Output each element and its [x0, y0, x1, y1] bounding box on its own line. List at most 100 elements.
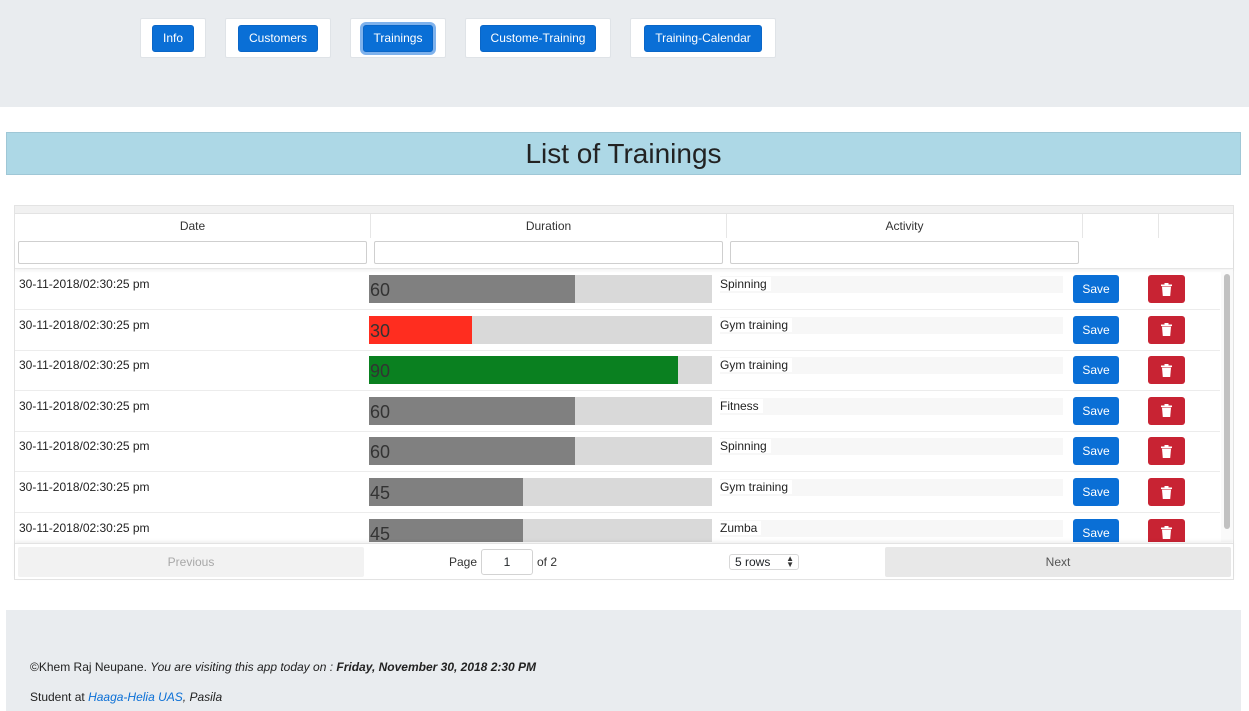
activity-cell: Zumba: [720, 519, 1063, 537]
page-title: List of Trainings: [6, 132, 1241, 175]
delete-button[interactable]: [1148, 396, 1185, 425]
activity-cell: Spinning: [720, 276, 1063, 293]
page-label: Page: [449, 555, 478, 569]
nav-cell-customers: Customers: [225, 18, 331, 58]
table-row: 30-11-2018/02:30:25 pm 45 Zumba Save: [15, 514, 1220, 542]
save-button[interactable]: Save: [1073, 518, 1119, 542]
training-date: 30-11-2018/02:30:25 pm: [19, 439, 150, 454]
scrollbar-thumb[interactable]: [1224, 274, 1230, 529]
activity-name: Spinning: [720, 277, 771, 291]
author-text: ©Khem Raj Neupane.: [30, 660, 147, 674]
duration-progress-bar: 45: [369, 518, 712, 542]
duration-progress-fill: [369, 396, 575, 425]
activity-filter-input[interactable]: [730, 241, 1079, 264]
select-arrows-icon: ▲ ▼: [786, 554, 794, 569]
activity-name: Gym training: [720, 480, 793, 494]
nav-cell-info: Info: [140, 18, 206, 58]
duration-progress-bar: 60: [369, 275, 712, 303]
delete-button[interactable]: [1148, 356, 1185, 385]
table-scrollbar[interactable]: [1221, 270, 1233, 542]
column-header-save: [1083, 214, 1159, 238]
trash-icon: [1161, 485, 1172, 499]
duration-value: 45: [370, 483, 391, 503]
activity-name: Gym training: [720, 317, 793, 332]
delete-button[interactable]: [1148, 315, 1185, 344]
training-date: 30-11-2018/02:30:25 pm: [19, 277, 150, 291]
activity-name: Zumba: [720, 520, 762, 535]
duration-progress-bar: 60: [369, 437, 712, 466]
nav-trainings-button[interactable]: Trainings: [362, 24, 434, 52]
table-row: 30-11-2018/02:30:25 pm 45 Gym training Save: [15, 473, 1220, 513]
rows-per-page-value: 5 rows: [735, 555, 771, 569]
visiting-text: You are visiting this app today on :: [150, 660, 334, 674]
page-number-input[interactable]: 1: [481, 549, 533, 575]
nav-cell-training-calendar: Training-Calendar: [630, 18, 776, 58]
student-prefix: Student at: [30, 690, 85, 704]
delete-button[interactable]: [1148, 518, 1185, 542]
trainings-table: Date Duration Activity 30-11-2018/02:30:…: [14, 205, 1234, 580]
duration-progress-fill: [369, 518, 524, 542]
nav-cell-trainings: Trainings: [350, 18, 446, 58]
save-button[interactable]: Save: [1073, 437, 1119, 466]
nav-info-button[interactable]: Info: [151, 24, 194, 52]
table-row: 30-11-2018/02:30:25 pm 60 Fitness Save: [15, 392, 1220, 432]
duration-value: 60: [370, 442, 391, 463]
table-row: 30-11-2018/02:30:25 pm 30 Gym training Save: [15, 311, 1220, 351]
activity-cell: Gym training: [720, 479, 1063, 496]
duration-progress-bar: 90: [369, 356, 712, 385]
next-page-button[interactable]: Next: [885, 547, 1231, 577]
duration-value: 45: [370, 523, 391, 542]
date-filter-input[interactable]: [18, 241, 367, 264]
previous-page-button[interactable]: Previous: [18, 547, 364, 577]
save-button[interactable]: Save: [1073, 396, 1119, 425]
duration-progress-fill: [369, 356, 678, 385]
delete-button[interactable]: [1148, 437, 1185, 466]
trash-icon: [1161, 323, 1172, 337]
activity-name: Spinning: [720, 439, 771, 454]
activity-cell: Gym training: [720, 357, 1063, 375]
filter-row: [15, 238, 1233, 269]
training-date: 30-11-2018/02:30:25 pm: [19, 398, 150, 413]
duration-filter-input[interactable]: [374, 241, 723, 264]
trash-icon: [1161, 444, 1172, 458]
table-row: 30-11-2018/02:30:25 pm 60 Spinning Save: [15, 270, 1220, 310]
duration-value: 90: [370, 361, 391, 382]
nav-training-calendar-button[interactable]: Training-Calendar: [644, 24, 762, 52]
nav-customers-button[interactable]: Customers: [237, 24, 318, 52]
duration-value: 30: [370, 320, 391, 341]
top-navbar: Info Customers Trainings Custome-Trainin…: [0, 0, 1249, 107]
rows-per-page-select[interactable]: 5 rows ▲ ▼: [729, 554, 799, 570]
school-link[interactable]: Haaga-Helia UAS: [88, 690, 183, 704]
table-row: 30-11-2018/02:30:25 pm 90 Gym training Save: [15, 351, 1220, 392]
duration-value: 60: [370, 401, 391, 422]
current-datetime: Friday, November 30, 2018 2:30 PM: [336, 660, 537, 674]
activity-name: Fitness: [720, 398, 763, 413]
page-total-label: of 2: [537, 555, 558, 569]
save-button[interactable]: Save: [1073, 356, 1119, 385]
training-date: 30-11-2018/02:30:25 pm: [19, 358, 150, 373]
training-date: 30-11-2018/02:30:25 pm: [19, 480, 150, 494]
activity-cell: Fitness: [720, 397, 1063, 415]
duration-progress-bar: 60: [369, 396, 712, 425]
column-header-duration[interactable]: Duration: [371, 214, 727, 238]
save-button[interactable]: Save: [1073, 478, 1119, 506]
trash-icon: [1161, 526, 1172, 540]
save-button[interactable]: Save: [1073, 315, 1119, 344]
save-button[interactable]: Save: [1073, 275, 1119, 303]
training-date: 30-11-2018/02:30:25 pm: [19, 520, 150, 535]
activity-name: Gym training: [720, 358, 793, 373]
training-date: 30-11-2018/02:30:25 pm: [19, 317, 150, 332]
header-group-row: [15, 206, 1233, 214]
footer-line-author: ©Khem Raj Neupane. You are visiting this…: [30, 660, 536, 674]
trash-icon: [1161, 363, 1172, 377]
column-header-activity[interactable]: Activity: [727, 214, 1083, 238]
nav-customer-training-button[interactable]: Custome-Training: [479, 24, 597, 52]
campus-text: , Pasila: [182, 690, 223, 704]
table-row: 30-11-2018/02:30:25 pm 60 Spinning Save: [15, 432, 1220, 473]
activity-cell: Spinning: [720, 438, 1063, 456]
column-header-delete: [1159, 214, 1233, 238]
delete-button[interactable]: [1148, 478, 1185, 506]
column-header-date[interactable]: Date: [15, 214, 371, 238]
delete-button[interactable]: [1148, 275, 1185, 303]
nav-cell-customer-training: Custome-Training: [465, 18, 611, 58]
